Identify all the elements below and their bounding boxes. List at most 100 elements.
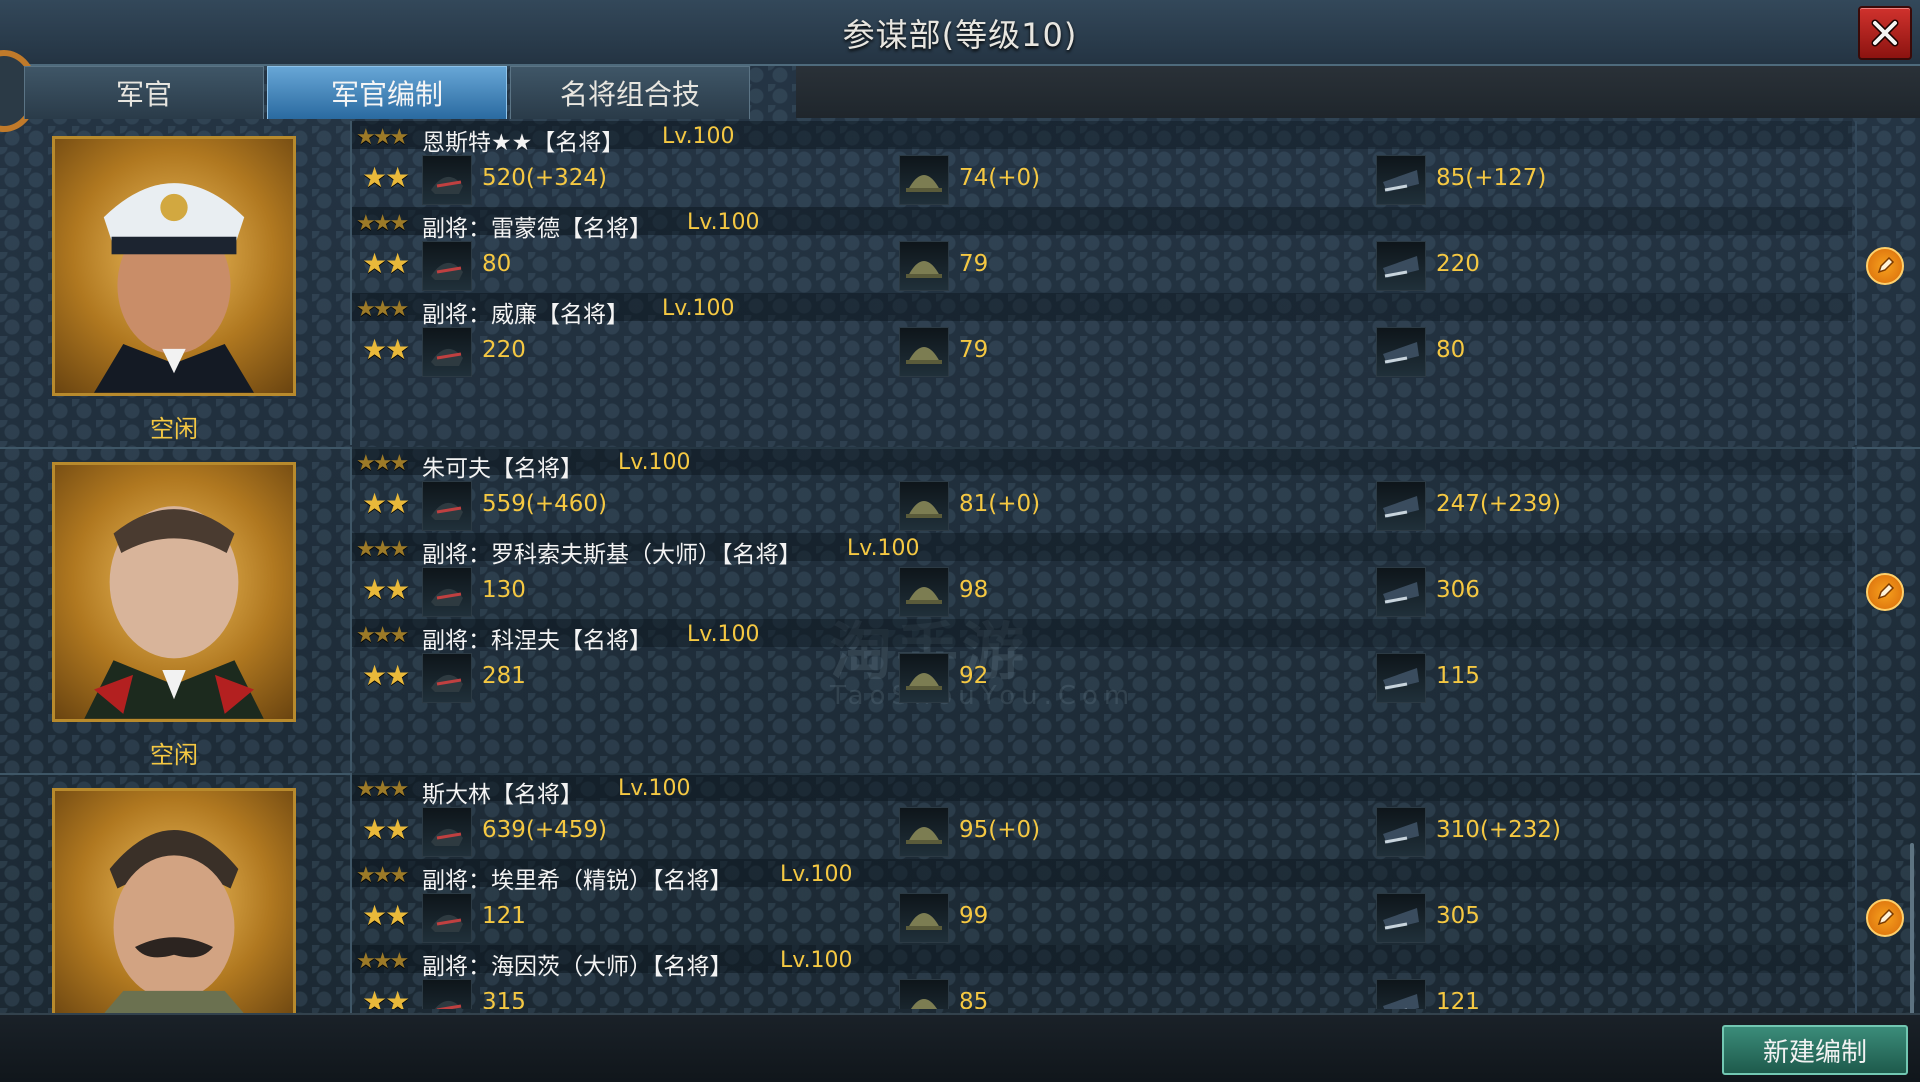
officer-level: Lv.100 [780, 948, 853, 973]
commander-portrait[interactable] [52, 788, 296, 1013]
officer-level: Lv.100 [618, 776, 691, 801]
officer-stats: ★★ 121 99 305 [352, 889, 1852, 945]
cap-icon [1376, 893, 1426, 943]
grade-stars: ★★ [362, 573, 410, 606]
close-button[interactable] [1858, 6, 1912, 60]
officer-row[interactable]: ★★★ 恩斯特★★【名将】 Lv.100 ★★ 520(+324) 74(+0)… [352, 121, 1852, 207]
divider [1855, 121, 1857, 445]
edit-icon [1877, 256, 1895, 274]
attack-icon [422, 327, 472, 377]
grade-stars: ★★ [362, 659, 410, 692]
officer-stats: ★★ 130 98 306 [352, 563, 1852, 619]
officer-row[interactable]: ★★★ 副将：科涅夫【名将】 Lv.100 ★★ 281 92 115 [352, 619, 1852, 705]
officer-row[interactable]: ★★★ 副将：威廉【名将】 Lv.100 ★★ 220 79 80 [352, 293, 1852, 379]
cap-icon [1376, 327, 1426, 377]
rank-stars: ★★★ [356, 125, 409, 150]
officer-stats: ★★ 281 92 115 [352, 649, 1852, 705]
cap-icon [1376, 979, 1426, 1009]
tab-bar: 军官 军官编制 名将组合技 [24, 66, 753, 120]
rank-stars: ★★★ [356, 537, 409, 562]
attack-value: 315 [482, 989, 526, 1009]
officer-stats: ★★ 559(+460) 81(+0) 247(+239) [352, 477, 1852, 533]
officer-stats: ★★ 315 85 121 [352, 975, 1852, 1009]
officer-level: Lv.100 [847, 536, 920, 561]
cap-icon [1376, 567, 1426, 617]
edit-formation-button[interactable] [1866, 573, 1904, 611]
officer-name-row: ★★★ 斯大林【名将】 Lv.100 [352, 773, 1852, 808]
attack-value: 80 [482, 251, 512, 277]
officer-stats: ★★ 220 79 80 [352, 323, 1852, 379]
cap-icon [1376, 481, 1426, 531]
officer-name-row: ★★★ 朱可夫【名将】 Lv.100 [352, 447, 1852, 482]
command-value: 306 [1436, 577, 1480, 603]
attack-value: 520(+324) [482, 165, 608, 191]
cap-icon [1376, 653, 1426, 703]
cap-icon [1376, 807, 1426, 857]
officer-name-row: ★★★ 副将：雷蒙德【名将】 Lv.100 [352, 207, 1852, 242]
officer-level: Lv.100 [687, 210, 760, 235]
command-value: 220 [1436, 251, 1480, 277]
rank-stars: ★★★ [356, 623, 409, 648]
officer-name-row: ★★★ 副将：海因茨（大师）【名将】 Lv.100 [352, 945, 1852, 980]
tab-officers[interactable]: 军官 [24, 66, 264, 119]
defense-value: 98 [959, 577, 989, 603]
defense-value: 79 [959, 337, 989, 363]
grade-stars: ★★ [362, 899, 410, 932]
portrait-naval-officer [94, 183, 254, 393]
helmet-icon [899, 979, 949, 1009]
page-title: 参谋部(等级10) [842, 16, 1078, 54]
officer-row[interactable]: ★★★ 副将：海因茨（大师）【名将】 Lv.100 ★★ 315 85 121 [352, 945, 1852, 1009]
grade-stars: ★★ [362, 813, 410, 846]
officer-row[interactable]: ★★★ 副将：埃里希（精锐）【名将】 Lv.100 ★★ 121 99 305 [352, 859, 1852, 945]
rank-stars: ★★★ [356, 211, 409, 236]
defense-value: 74(+0) [959, 165, 1041, 191]
formation-status: 空闲 [150, 741, 198, 769]
command-value: 80 [1436, 337, 1466, 363]
new-formation-button[interactable]: 新建编制 [1722, 1025, 1908, 1075]
officer-row[interactable]: ★★★ 副将：雷蒙德【名将】 Lv.100 ★★ 80 79 220 [352, 207, 1852, 293]
edit-formation-button[interactable] [1866, 247, 1904, 285]
command-value: 85(+127) [1436, 165, 1547, 191]
rank-stars: ★★★ [356, 297, 409, 322]
defense-value: 85 [959, 989, 989, 1009]
close-icon [1871, 19, 1899, 47]
helmet-icon [899, 155, 949, 205]
portrait-marshal [84, 506, 264, 719]
helmet-icon [899, 327, 949, 377]
defense-value: 81(+0) [959, 491, 1041, 517]
attack-icon [422, 979, 472, 1009]
command-value: 305 [1436, 903, 1480, 929]
defense-value: 92 [959, 663, 989, 689]
scrollbar[interactable] [1910, 843, 1914, 1013]
officer-row[interactable]: ★★★ 副将：罗科索夫斯基（大师）【名将】 Lv.100 ★★ 130 98 3… [352, 533, 1852, 619]
tab-bar-filler [796, 66, 1920, 118]
officer-row[interactable]: ★★★ 朱可夫【名将】 Lv.100 ★★ 559(+460) 81(+0) 2… [352, 447, 1852, 533]
tab-officer-formation[interactable]: 军官编制 [267, 66, 507, 119]
officer-level: Lv.100 [662, 296, 735, 321]
officer-row[interactable]: ★★★ 斯大林【名将】 Lv.100 ★★ 639(+459) 95(+0) 3… [352, 773, 1852, 859]
cap-icon [1376, 241, 1426, 291]
edit-icon [1877, 908, 1895, 926]
formation-card: 空闲 ★★★ 恩斯特★★【名将】 Lv.100 ★★ 520(+324) 74(… [0, 121, 1920, 449]
helmet-icon [899, 241, 949, 291]
edit-icon [1877, 582, 1895, 600]
attack-icon [422, 481, 472, 531]
attack-value: 130 [482, 577, 526, 603]
rank-stars: ★★★ [356, 863, 409, 888]
formation-list[interactable]: 淘手游 TaoShouYou.Com 空闲 ★★★ 恩斯特★★【名将】 Lv.1… [0, 121, 1920, 1013]
divider [1855, 447, 1857, 771]
officer-level: Lv.100 [780, 862, 853, 887]
attack-value: 639(+459) [482, 817, 608, 843]
defense-value: 79 [959, 251, 989, 277]
edit-formation-button[interactable] [1866, 899, 1904, 937]
commander-portrait[interactable] [52, 136, 296, 396]
grade-stars: ★★ [362, 161, 410, 194]
helmet-icon [899, 893, 949, 943]
command-value: 115 [1436, 663, 1480, 689]
commander-portrait[interactable] [52, 462, 296, 722]
rank-stars: ★★★ [356, 451, 409, 476]
officer-stats: ★★ 520(+324) 74(+0) 85(+127) [352, 151, 1852, 207]
attack-icon [422, 807, 472, 857]
attack-value: 281 [482, 663, 526, 689]
tab-combo-skills[interactable]: 名将组合技 [510, 66, 750, 119]
